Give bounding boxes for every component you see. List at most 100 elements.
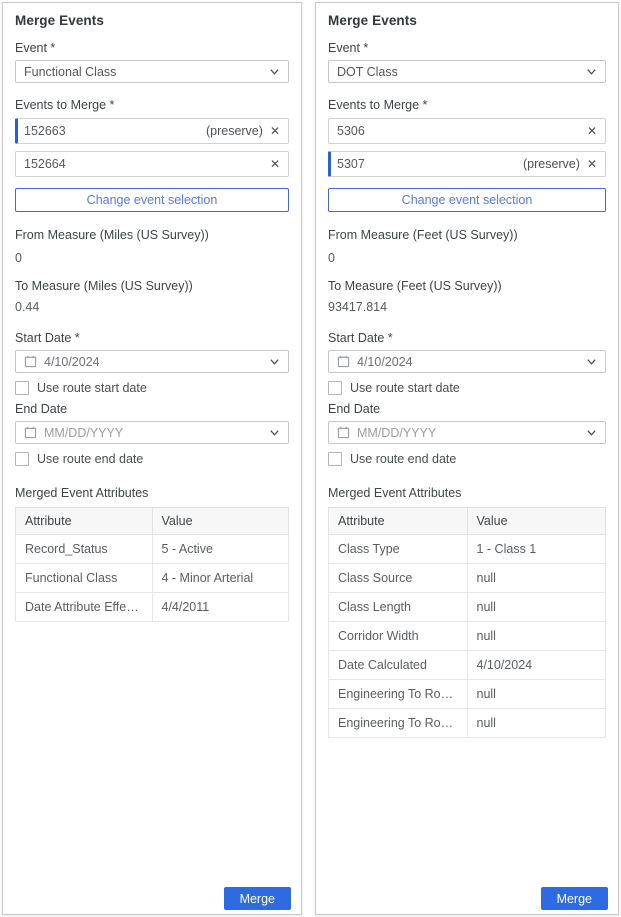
checkbox-icon[interactable] [328, 452, 342, 466]
event-id: 5306 [337, 124, 580, 138]
event-label: Event * [15, 41, 289, 55]
from-measure-value: 0 [328, 251, 606, 265]
attribute-cell: Record_Status [16, 535, 153, 564]
use-route-end-date-label: Use route end date [350, 452, 456, 466]
close-icon[interactable]: ✕ [587, 158, 597, 170]
event-select[interactable]: DOT Class [328, 60, 606, 83]
value-cell: null [467, 564, 606, 593]
to-measure-label: To Measure (Miles (US Survey)) [15, 279, 289, 293]
table-row: Class Sourcenull [329, 564, 606, 593]
merged-event-attributes-title: Merged Event Attributes [15, 486, 289, 500]
value-cell: null [467, 622, 606, 651]
event-to-merge-item[interactable]: 152664 ✕ [15, 151, 289, 177]
event-select-value: DOT Class [337, 65, 398, 79]
calendar-icon [337, 426, 350, 439]
merge-events-panel-left: Merge Events Event * Functional Class Ev… [2, 2, 302, 915]
preserve-tag: (preserve) [523, 157, 580, 171]
preserve-tag: (preserve) [206, 124, 263, 138]
calendar-icon [24, 426, 37, 439]
checkbox-icon[interactable] [328, 381, 342, 395]
table-row: Class Lengthnull [329, 593, 606, 622]
use-route-end-date-label: Use route end date [37, 452, 143, 466]
merge-button[interactable]: Merge [224, 887, 291, 910]
use-route-start-date-checkbox[interactable]: Use route start date [328, 381, 606, 395]
calendar-icon [24, 355, 37, 368]
attribute-cell: Date Attribute Effective [16, 593, 153, 622]
close-icon[interactable]: ✕ [587, 125, 597, 137]
checkbox-icon[interactable] [15, 452, 29, 466]
merge-events-panel-right: Merge Events Event * DOT Class Events to… [315, 2, 619, 915]
attribute-cell: Class Type [329, 535, 468, 564]
from-measure-value: 0 [15, 251, 289, 265]
value-cell: null [467, 680, 606, 709]
value-cell: 4/4/2011 [152, 593, 289, 622]
table-row: Date Attribute Effective4/4/2011 [16, 593, 289, 622]
from-measure-label: From Measure (Feet (US Survey)) [328, 228, 606, 242]
end-date-input[interactable]: MM/DD/YYYY [15, 421, 289, 444]
chevron-down-icon [586, 427, 597, 438]
chevron-down-icon [586, 356, 597, 367]
attribute-cell: Date Calculated [329, 651, 468, 680]
end-date-input[interactable]: MM/DD/YYYY [328, 421, 606, 444]
end-date-label: End Date [15, 402, 289, 416]
use-route-end-date-checkbox[interactable]: Use route end date [15, 452, 289, 466]
use-route-end-date-checkbox[interactable]: Use route end date [328, 452, 606, 466]
chevron-down-icon [269, 66, 280, 77]
checkbox-icon[interactable] [15, 381, 29, 395]
table-header-row: Attribute Value [329, 508, 606, 535]
merge-events-workspace: Merge Events Event * Functional Class Ev… [0, 0, 621, 917]
attribute-cell: Class Length [329, 593, 468, 622]
event-to-merge-item[interactable]: 5307 (preserve) ✕ [328, 151, 606, 177]
use-route-start-date-label: Use route start date [37, 381, 147, 395]
value-cell: 4/10/2024 [467, 651, 606, 680]
start-date-input[interactable]: 4/10/2024 [15, 350, 289, 373]
value-cell: 5 - Active [152, 535, 289, 564]
panel-title: Merge Events [15, 13, 289, 28]
chevron-down-icon [269, 427, 280, 438]
to-measure-label: To Measure (Feet (US Survey)) [328, 279, 606, 293]
event-label: Event * [328, 41, 606, 55]
close-icon[interactable]: ✕ [270, 158, 280, 170]
attribute-cell: Engineering To Route ... [329, 709, 468, 738]
table-row: Class Type1 - Class 1 [329, 535, 606, 564]
event-select[interactable]: Functional Class [15, 60, 289, 83]
to-measure-value: 0.44 [15, 300, 289, 314]
attribute-cell: Functional Class [16, 564, 153, 593]
event-to-merge-item[interactable]: 5306 ✕ [328, 118, 606, 144]
start-date-value: 4/10/2024 [44, 355, 262, 369]
event-id: 152664 [24, 157, 263, 171]
merged-attributes-table: Attribute Value Class Type1 - Class 1 Cl… [328, 507, 606, 738]
attribute-column-header: Attribute [329, 508, 468, 535]
event-to-merge-item[interactable]: 152663 (preserve) ✕ [15, 118, 289, 144]
change-event-selection-button[interactable]: Change event selection [328, 188, 606, 212]
end-date-placeholder: MM/DD/YYYY [44, 426, 262, 440]
change-event-selection-button[interactable]: Change event selection [15, 188, 289, 212]
use-route-start-date-checkbox[interactable]: Use route start date [15, 381, 289, 395]
event-id: 5307 [337, 157, 523, 171]
end-date-label: End Date [328, 402, 606, 416]
value-cell: null [467, 593, 606, 622]
attribute-cell: Corridor Width [329, 622, 468, 651]
value-column-header: Value [152, 508, 289, 535]
table-row: Record_Status5 - Active [16, 535, 289, 564]
attribute-cell: Class Source [329, 564, 468, 593]
table-row: Functional Class4 - Minor Arterial [16, 564, 289, 593]
chevron-down-icon [586, 66, 597, 77]
start-date-value: 4/10/2024 [357, 355, 579, 369]
panel-title: Merge Events [328, 13, 606, 28]
attribute-cell: Engineering To RouteID [329, 680, 468, 709]
calendar-icon [337, 355, 350, 368]
value-cell: null [467, 709, 606, 738]
table-header-row: Attribute Value [16, 508, 289, 535]
value-cell: 4 - Minor Arterial [152, 564, 289, 593]
start-date-input[interactable]: 4/10/2024 [328, 350, 606, 373]
start-date-label: Start Date * [328, 331, 606, 345]
event-id: 152663 [24, 124, 206, 138]
attribute-column-header: Attribute [16, 508, 153, 535]
value-column-header: Value [467, 508, 606, 535]
merge-button[interactable]: Merge [541, 887, 608, 910]
table-row: Date Calculated4/10/2024 [329, 651, 606, 680]
close-icon[interactable]: ✕ [270, 125, 280, 137]
to-measure-value: 93417.814 [328, 300, 606, 314]
merged-attributes-table: Attribute Value Record_Status5 - Active … [15, 507, 289, 622]
